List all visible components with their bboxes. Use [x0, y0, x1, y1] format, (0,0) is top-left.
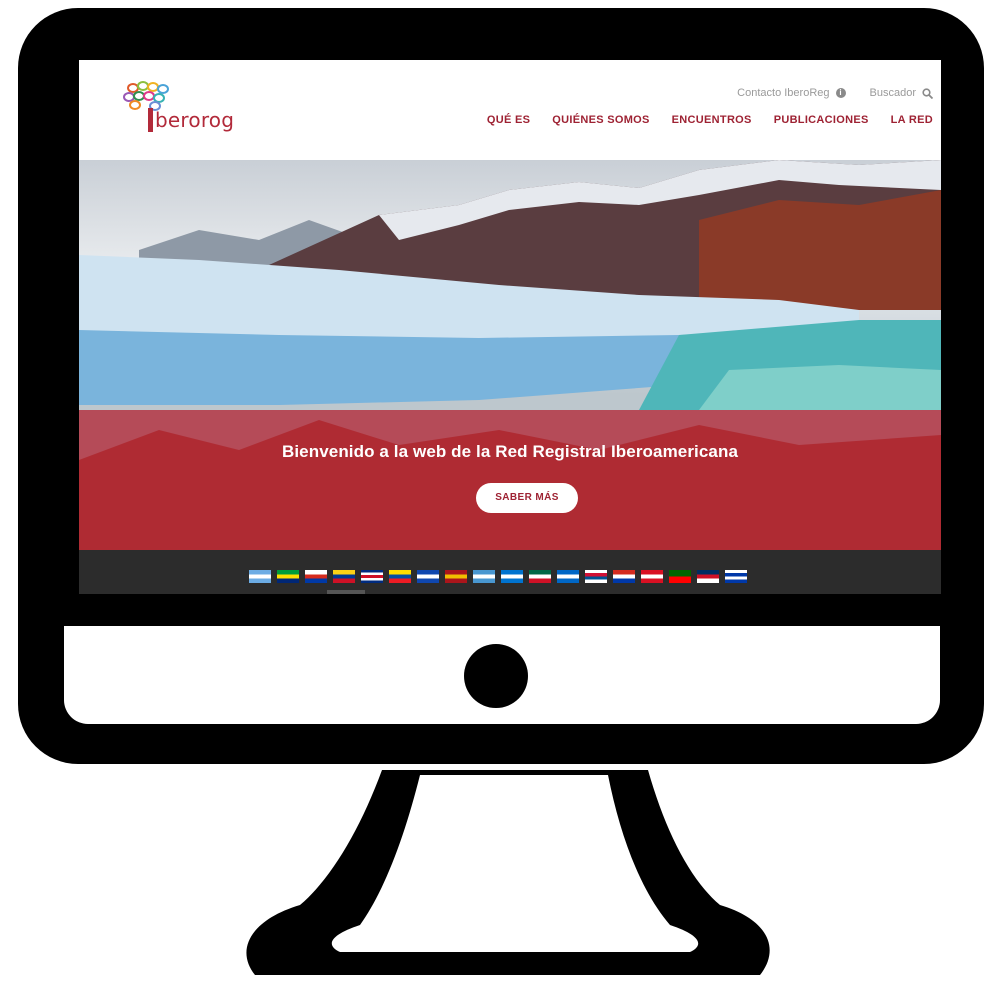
search-icon: [922, 87, 933, 99]
flag-portugal-icon[interactable]: [669, 570, 691, 583]
flag-brazil-icon[interactable]: [277, 570, 299, 583]
search-label: Buscador: [869, 87, 916, 99]
flag-honduras-icon[interactable]: [501, 570, 523, 583]
contact-label: Contacto IberoReg: [737, 87, 830, 99]
hero-overlay: [79, 410, 941, 550]
saber-mas-button[interactable]: SABER MÁS: [476, 483, 578, 513]
flag-el-salvador-icon[interactable]: [417, 570, 439, 583]
country-flags-bar: [79, 550, 941, 594]
flag-dominican-republic-icon[interactable]: [697, 570, 719, 583]
flag-costa-rica-icon[interactable]: [361, 570, 383, 583]
flag-peru-icon[interactable]: [641, 570, 663, 583]
utility-links: Contacto IberoReg i Buscador: [737, 87, 933, 99]
flag-colombia-icon[interactable]: [333, 570, 355, 583]
contact-link[interactable]: Contacto IberoReg i: [737, 87, 846, 99]
flag-chile-icon[interactable]: [305, 570, 327, 583]
iberoreg-logo[interactable]: berorog: [121, 80, 261, 140]
nav-item-publicaciones[interactable]: PUBLICACIONES: [774, 114, 869, 126]
info-icon: i: [835, 88, 846, 98]
flags-list: [249, 570, 747, 583]
flag-nicaragua-icon[interactable]: [557, 570, 579, 583]
flag-guatemala-icon[interactable]: [473, 570, 495, 583]
flags-bar-indicator: [327, 590, 365, 594]
flag-paraguay-icon[interactable]: [613, 570, 635, 583]
flag-panama-icon[interactable]: [585, 570, 607, 583]
logo-letter-i: [148, 108, 153, 132]
main-nav: QUÉ ES QUIÉNES SOMOS ENCUENTROS PUBLICAC…: [487, 114, 933, 126]
logo-text: berorog: [155, 108, 235, 132]
hero-banner: Bienvenido a la web de la Red Registral …: [79, 160, 941, 550]
flag-mexico-icon[interactable]: [529, 570, 551, 583]
site-header: berorog Contacto IberoReg i Buscador QUÉ…: [79, 60, 941, 160]
flag-ecuador-icon[interactable]: [389, 570, 411, 583]
browser-screen: berorog Contacto IberoReg i Buscador QUÉ…: [79, 60, 941, 594]
nav-item-la-red[interactable]: LA RED: [891, 114, 933, 126]
flag-argentina-icon[interactable]: [249, 570, 271, 583]
nav-item-quienes-somos[interactable]: QUIÉNES SOMOS: [552, 114, 649, 126]
search-link[interactable]: Buscador: [870, 87, 933, 99]
flag-spain-icon[interactable]: [445, 570, 467, 583]
nav-item-que-es[interactable]: QUÉ ES: [487, 114, 530, 126]
hero-title: Bienvenido a la web de la Red Registral …: [281, 442, 739, 461]
nav-item-encuentros[interactable]: ENCUENTROS: [672, 114, 752, 126]
flag-uruguay-icon[interactable]: [725, 570, 747, 583]
